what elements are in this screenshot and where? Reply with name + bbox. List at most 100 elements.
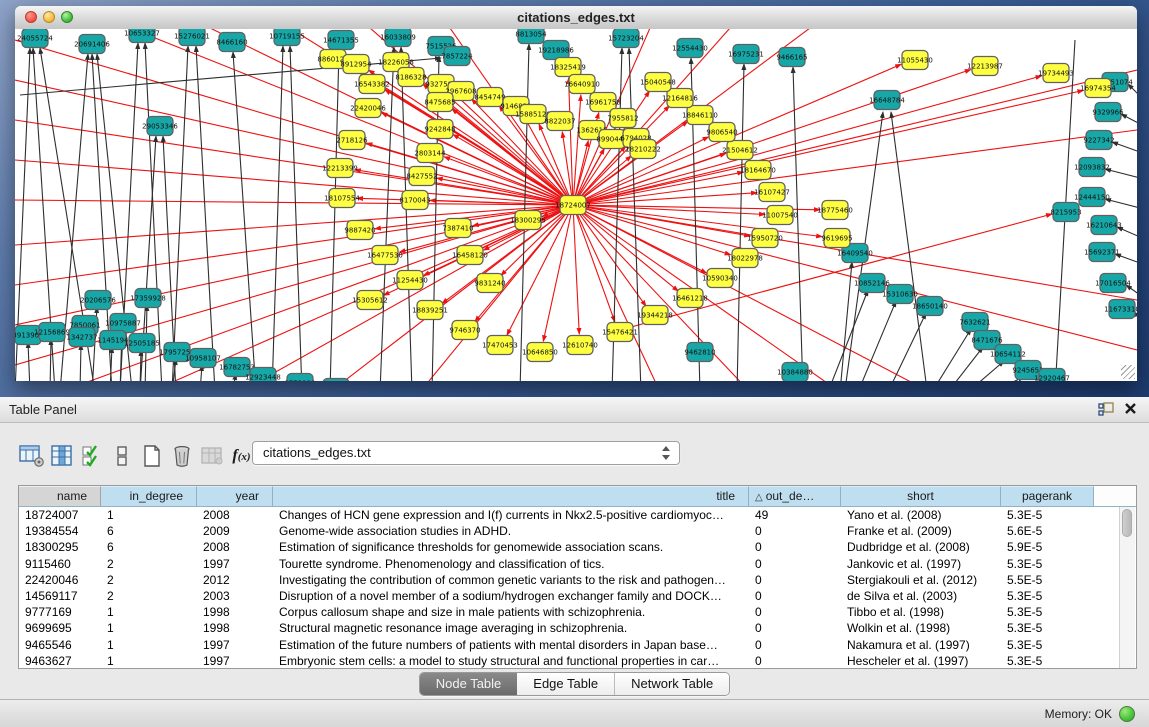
column-header-year[interactable]: year	[197, 486, 273, 506]
graph-node[interactable]: 19218986	[538, 41, 574, 60]
graph-node[interactable]: 12213987	[967, 57, 1003, 76]
table-row[interactable]: 1938455462009Genome-wide association stu…	[19, 523, 1136, 539]
graph-node[interactable]: 7955812	[607, 109, 638, 128]
graph-node[interactable]: 2803144	[414, 144, 446, 163]
cell-year[interactable]: 2003	[197, 588, 273, 604]
cell-name[interactable]: 14569117	[19, 588, 101, 604]
graph-node[interactable]: 9887420	[344, 221, 375, 240]
table-row[interactable]: 2242004622012Investigating the contribut…	[19, 572, 1136, 588]
graph-node[interactable]: 8427552	[406, 167, 437, 186]
graph-node[interactable]: 9619695	[821, 229, 852, 248]
column-header-title[interactable]: title	[273, 486, 749, 506]
cell-year[interactable]: 1998	[197, 620, 273, 636]
graph-node[interactable]: 8466160	[216, 33, 247, 52]
cell-title[interactable]: Tourette syndrome. Phenomenology and cla…	[273, 556, 749, 572]
graph-node[interactable]: 12093832	[1074, 158, 1110, 177]
cell-title[interactable]: Estimation of significance thresholds fo…	[273, 539, 749, 555]
graph-node[interactable]: 18164670	[740, 161, 776, 180]
cell-name[interactable]: 9465546	[19, 637, 101, 653]
cell-out_degree[interactable]: 0	[749, 523, 841, 539]
graph-node[interactable]: 11007540	[762, 206, 798, 225]
graph-node[interactable]: 20206576	[80, 291, 116, 310]
cell-title[interactable]: Genome-wide association studies in ADHD.	[273, 523, 749, 539]
cell-pagerank[interactable]: 5.5E-5	[1001, 572, 1094, 588]
cell-short[interactable]: Wolkin et al. (1998)	[841, 620, 1001, 636]
graph-node[interactable]: 9753120	[284, 374, 315, 382]
column-header-name[interactable]: name	[19, 486, 101, 506]
graph-node[interactable]: 19344218	[637, 306, 673, 325]
cell-out_degree[interactable]: 49	[749, 507, 841, 523]
graph-node[interactable]: 10653327	[124, 29, 160, 43]
cell-pagerank[interactable]: 5.6E-5	[1001, 523, 1094, 539]
cell-pagerank[interactable]: 5.3E-5	[1001, 507, 1094, 523]
table-row[interactable]: 946362711997Embryonic stem cells: a mode…	[19, 653, 1136, 669]
function-builder-icon[interactable]: f(x)	[228, 443, 255, 470]
graph-node[interactable]: 10590340	[702, 269, 738, 288]
column-visibility-icon[interactable]	[48, 443, 75, 470]
cell-title[interactable]: Investigating the contribution of common…	[273, 572, 749, 588]
graph-node[interactable]: 15305612	[352, 291, 388, 310]
cell-in_degree[interactable]: 2	[101, 588, 197, 604]
column-header-out_degree[interactable]: △out_de…	[749, 486, 841, 506]
graph-node[interactable]: 12610740	[562, 336, 598, 355]
graph-node[interactable]: 12920467	[1034, 369, 1070, 382]
graph-node[interactable]: 2718126	[336, 131, 368, 150]
cell-out_degree[interactable]: 0	[749, 637, 841, 653]
table-row[interactable]: 946554611997Estimation of the future num…	[19, 637, 1136, 653]
cell-out_degree[interactable]: 0	[749, 588, 841, 604]
graph-node[interactable]: 16975231	[728, 45, 764, 64]
table-row[interactable]: 1456911722003Disruption of a novel membe…	[19, 588, 1136, 604]
graph-node[interactable]: 18210222	[625, 140, 661, 159]
graph-node[interactable]: 15476421	[602, 323, 638, 342]
graph-node[interactable]: 16974354	[1080, 79, 1116, 98]
cell-title[interactable]: Structural magnetic resonance image aver…	[273, 620, 749, 636]
graph-node[interactable]: 20691406	[74, 35, 110, 54]
graph-node[interactable]: 15310630	[882, 285, 918, 304]
citation-network-graph[interactable]: 2405572420691406106533271527602184661601…	[15, 29, 1137, 381]
graph-node[interactable]: 18022978	[727, 249, 763, 268]
graph-node[interactable]: 15040548	[640, 73, 676, 92]
cell-short[interactable]: Hescheler et al. (1997)	[841, 653, 1001, 669]
graph-node[interactable]: 8475685	[424, 93, 455, 112]
cell-name[interactable]: 9463627	[19, 653, 101, 669]
cell-in_degree[interactable]: 2	[101, 556, 197, 572]
cell-year[interactable]: 2009	[197, 523, 273, 539]
cell-short[interactable]: Tibbo et al. (1998)	[841, 604, 1001, 620]
cell-pagerank[interactable]: 5.3E-5	[1001, 604, 1094, 620]
graph-node[interactable]: 16543382	[354, 75, 390, 94]
graph-node[interactable]: 11254430	[392, 271, 428, 290]
delete-column-icon[interactable]	[168, 443, 195, 470]
graph-node[interactable]: 12554430	[672, 39, 708, 58]
graph-node[interactable]: 14671355	[323, 31, 359, 50]
cell-year[interactable]: 1998	[197, 604, 273, 620]
cell-name[interactable]: 18724007	[19, 507, 101, 523]
graph-node[interactable]: 16107427	[754, 183, 790, 202]
graph-node[interactable]: 12213399	[322, 159, 358, 178]
graph-node[interactable]: 8170043	[399, 191, 430, 210]
graph-node[interactable]: 16461218	[672, 289, 708, 308]
graph-node[interactable]: 16640910	[564, 75, 600, 94]
table-row[interactable]: 969969511998Structural magnetic resonanc…	[19, 620, 1136, 636]
graph-node[interactable]: 15692371	[1084, 243, 1120, 262]
graph-node[interactable]: 17359928	[130, 289, 166, 308]
graph-node[interactable]: 22420046	[350, 99, 386, 118]
cell-title[interactable]: Embryonic stem cells: a model to study s…	[273, 653, 749, 669]
graph-node[interactable]: 9462810	[684, 343, 715, 362]
cell-pagerank[interactable]: 5.3E-5	[1001, 620, 1094, 636]
graph-node[interactable]: 29053346	[142, 117, 178, 136]
graph-node[interactable]: 15276021	[174, 29, 210, 46]
cell-short[interactable]: Franke et al. (2009)	[841, 523, 1001, 539]
graph-node[interactable]: 18650140	[912, 297, 948, 316]
table-row[interactable]: 911546021997Tourette syndrome. Phenomeno…	[19, 556, 1136, 572]
cell-pagerank[interactable]: 5.3E-5	[1001, 637, 1094, 653]
cell-year[interactable]: 2012	[197, 572, 273, 588]
cell-title[interactable]: Changes of HCN gene expression and I(f) …	[273, 507, 749, 523]
network-canvas[interactable]: 2405572420691406106533271527602184661601…	[15, 29, 1137, 381]
cell-short[interactable]: Stergiakouli et al. (2012)	[841, 572, 1001, 588]
graph-node[interactable]: 8822037	[544, 112, 575, 131]
graph-node[interactable]: 19734493	[1038, 64, 1074, 83]
cell-in_degree[interactable]: 1	[101, 637, 197, 653]
tab-edge-table[interactable]: Edge Table	[517, 673, 614, 695]
table-row[interactable]: 1872400712008Changes of HCN gene express…	[19, 507, 1136, 523]
graph-node[interactable]: 10384880	[777, 363, 813, 382]
